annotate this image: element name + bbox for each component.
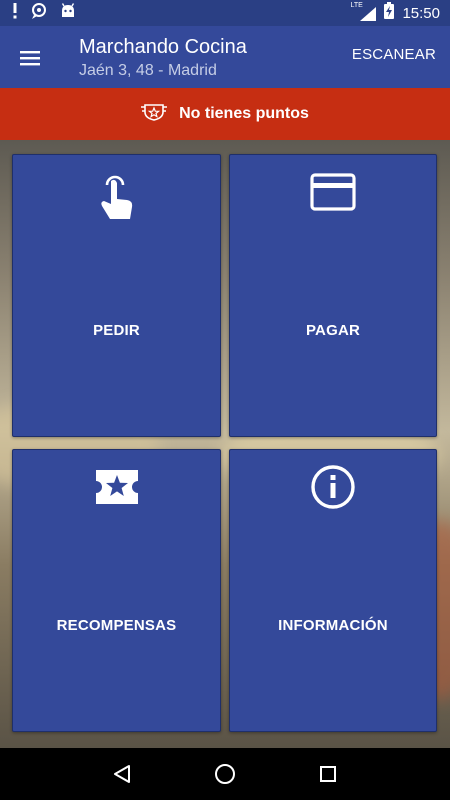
pay-label: PAGAR: [305, 322, 361, 339]
rewards-tile[interactable]: RECOMPENSAS: [12, 449, 221, 732]
chat-bubble-icon: [30, 2, 48, 24]
scan-button[interactable]: ESCANEAR: [352, 46, 436, 63]
clock: 15:50: [402, 4, 440, 22]
touch-hand-icon: [97, 173, 137, 226]
app-bar: Marchando Cocina Jaén 3, 48 - Madrid ESC…: [0, 26, 450, 88]
system-navigation-bar: [0, 748, 450, 800]
notification-icons: [0, 2, 76, 24]
system-icons: LTE 15:50: [350, 2, 450, 24]
pay-tile[interactable]: PAGAR: [229, 154, 437, 437]
hamburger-menu-icon: [20, 51, 40, 66]
alert-icon: [12, 2, 18, 24]
recents-icon: [320, 766, 337, 782]
star-ticket-icon: [94, 468, 140, 511]
info-tile[interactable]: INFORMACIÓN: [229, 449, 437, 732]
restaurant-address: Jaén 3, 48 - Madrid: [79, 62, 217, 79]
credit-card-icon: [310, 173, 356, 216]
status-bar: LTE 15:50: [0, 0, 450, 26]
order-label: PEDIR: [93, 322, 140, 339]
recents-button[interactable]: [316, 762, 340, 786]
order-tile[interactable]: PEDIR: [12, 154, 221, 437]
android-icon: [60, 2, 76, 24]
signal-icon: LTE: [350, 2, 377, 21]
home-icon: [214, 764, 235, 784]
rewards-label: RECOMPENSAS: [56, 617, 177, 634]
back-icon: [113, 765, 130, 783]
badge-icon: [141, 103, 168, 126]
home-button[interactable]: [213, 762, 237, 786]
battery-charging-icon: [384, 2, 395, 24]
restaurant-name: Marchando Cocina: [79, 36, 247, 58]
info-icon: [310, 464, 356, 515]
back-button[interactable]: [110, 762, 134, 786]
info-label: INFORMACIÓN: [278, 617, 388, 634]
menu-button[interactable]: [18, 46, 42, 70]
restaurant-header: Marchando Cocina Jaén 3, 48 - Madrid: [79, 34, 247, 82]
points-banner[interactable]: No tienes puntos: [0, 88, 450, 140]
points-status-text: No tienes puntos: [179, 105, 309, 122]
action-grid: PEDIR PAGAR RECOMPENSAS INFORMACIÓN: [0, 140, 450, 748]
